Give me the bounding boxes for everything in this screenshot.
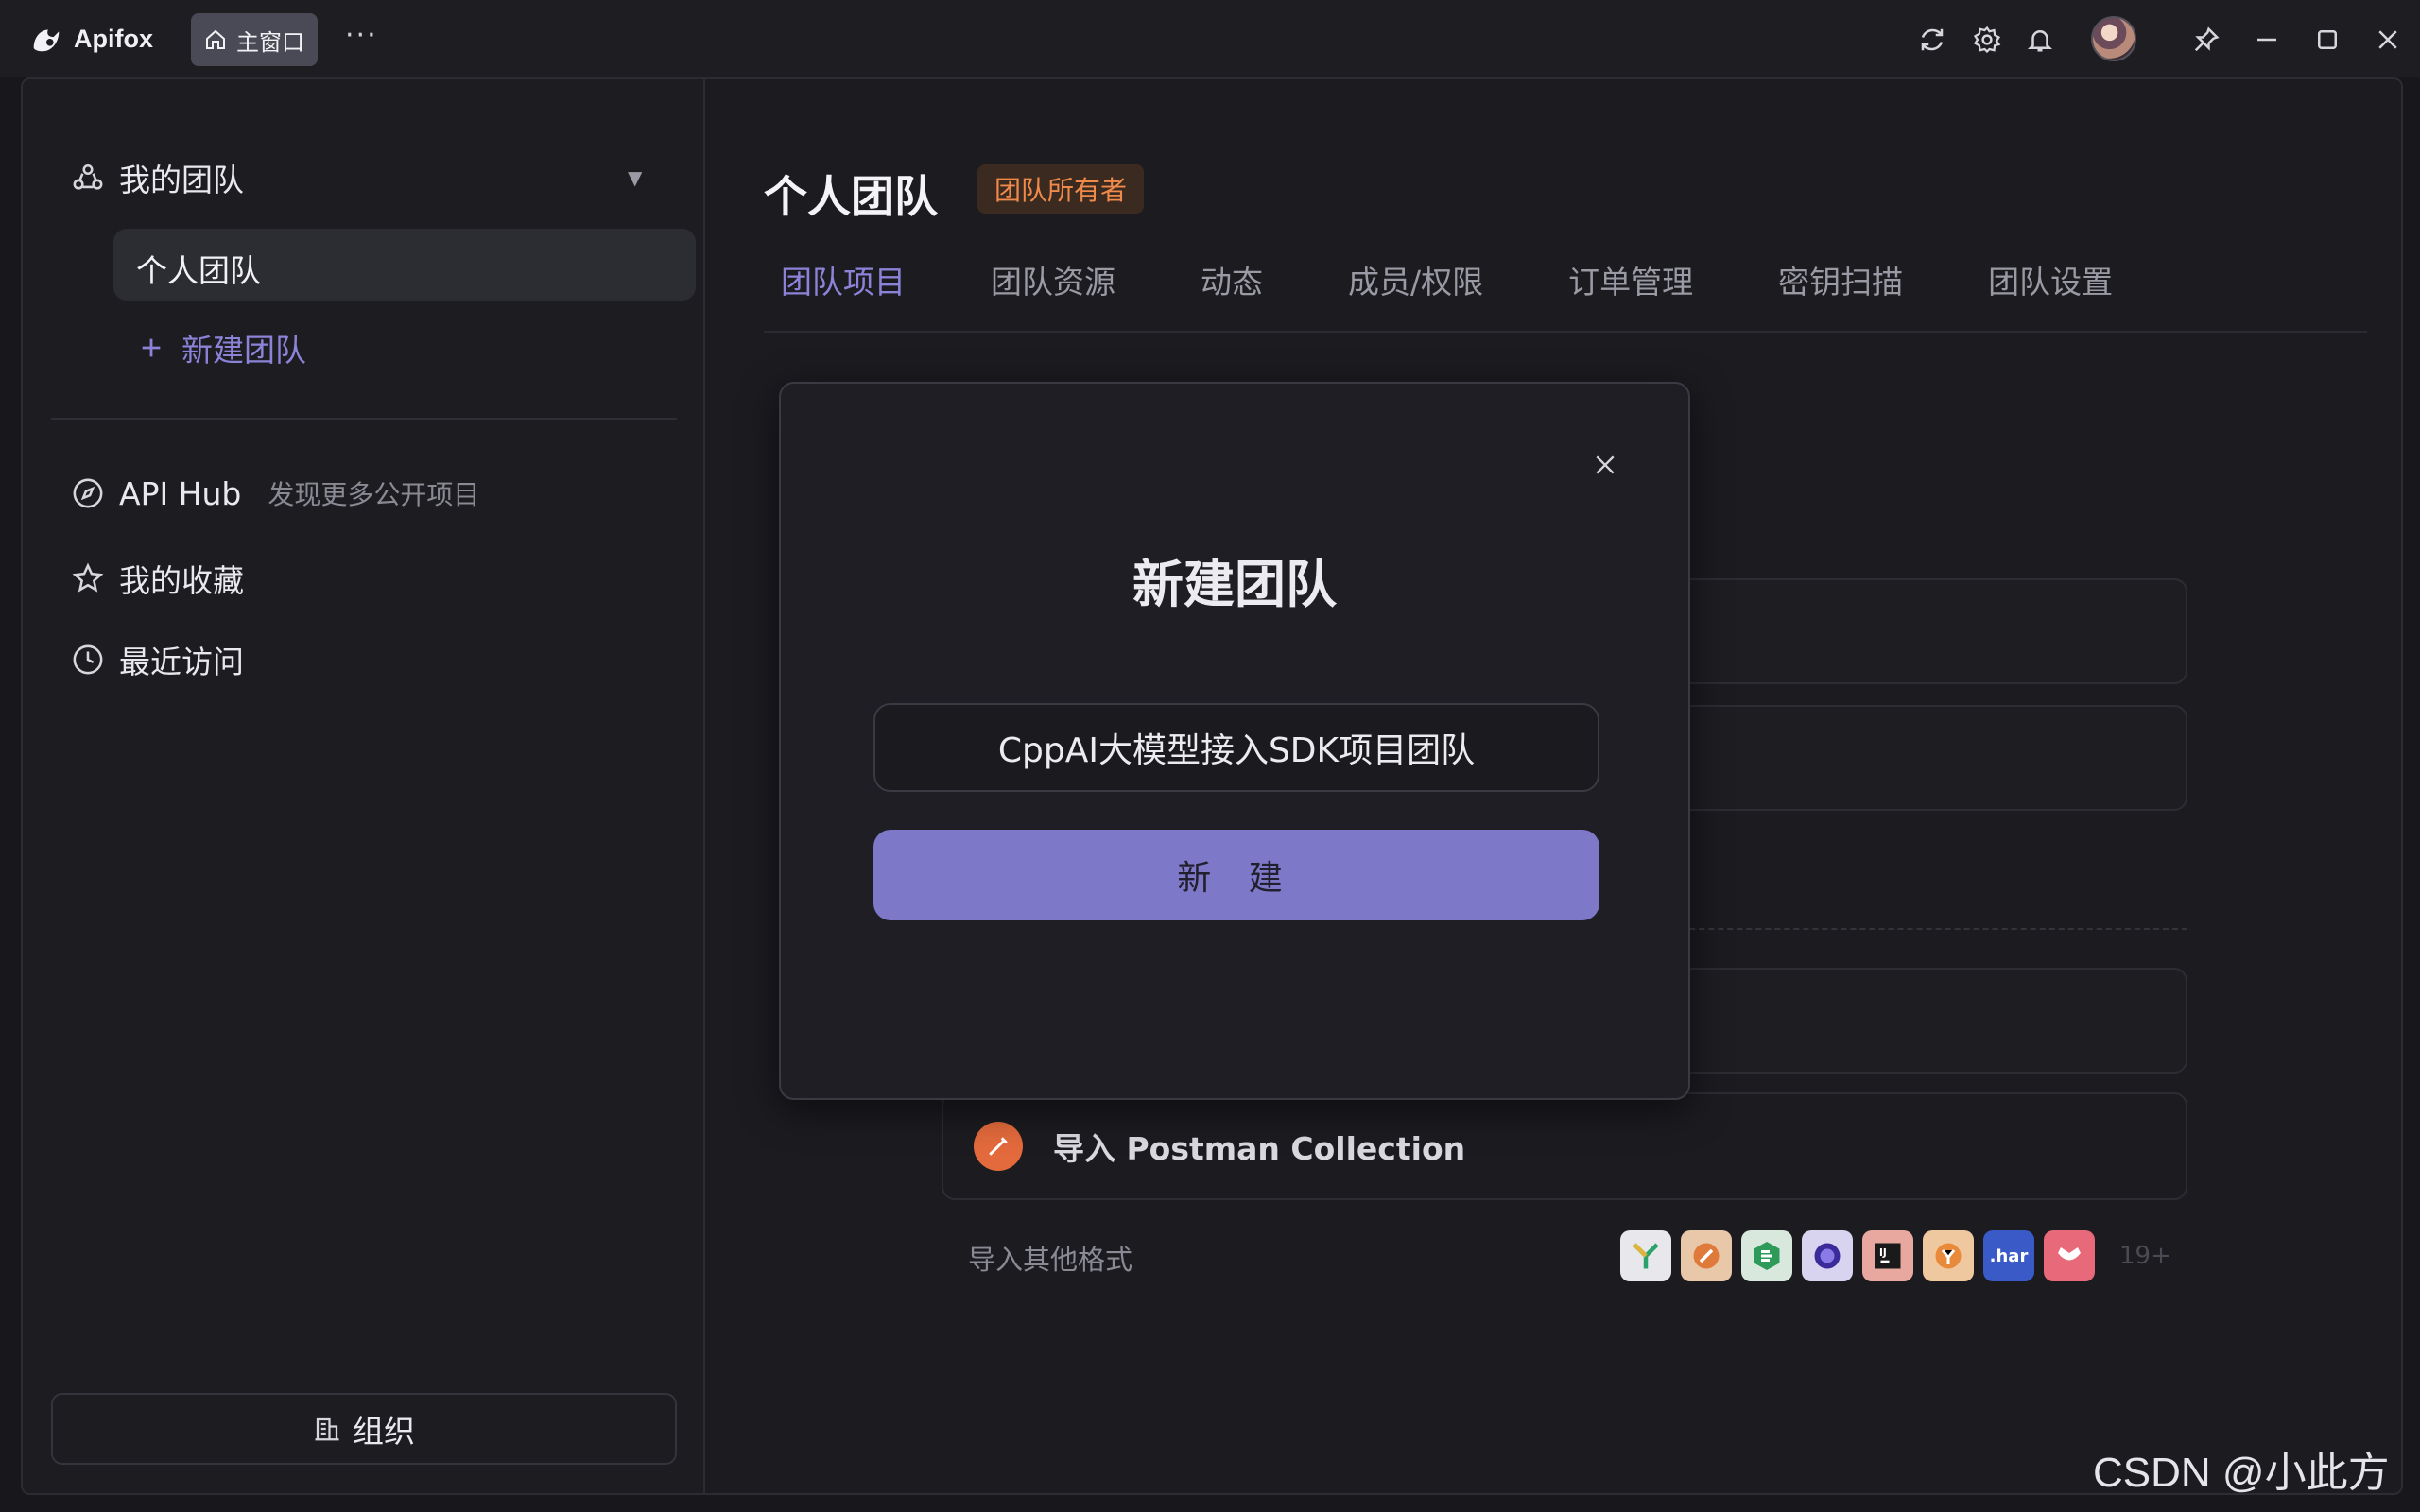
minimize-icon[interactable] xyxy=(2250,23,2284,57)
sidebar-item-favorites[interactable]: 我的收藏 xyxy=(72,556,244,601)
new-team-link[interactable]: 新建团队 xyxy=(138,325,306,370)
create-team-button[interactable]: 新 建 xyxy=(873,830,1599,920)
tab-activity[interactable]: 动态 xyxy=(1184,257,1280,323)
chevron-down-icon[interactable]: ▼ xyxy=(628,166,642,189)
apipost-format-icon[interactable] xyxy=(2044,1230,2095,1281)
sidebar-item-api-hub[interactable]: API Hub 发现更多公开项目 xyxy=(72,474,479,512)
csdn-watermark: CSDN @小此方 xyxy=(2093,1450,2390,1496)
close-window-icon[interactable] xyxy=(2371,23,2405,57)
tab-order-management[interactable]: 订单管理 xyxy=(1551,257,1710,323)
sidebar-item-personal-team-label: 个人团队 xyxy=(136,252,261,289)
api-hub-hint: 发现更多公开项目 xyxy=(268,479,480,510)
jetbrains-format-icon[interactable]: IJ xyxy=(1862,1230,1913,1281)
sidebar: 我的团队 ▼ 个人团队 新建团队 API Hub 发现更多公开项目 我的收藏 最… xyxy=(23,79,705,1493)
sidebar-divider xyxy=(51,418,677,420)
team-icon xyxy=(73,163,103,190)
sidebar-my-team-label: 我的团队 xyxy=(119,162,244,198)
insomnia-format-icon[interactable] xyxy=(1681,1230,1732,1281)
app-logo: Apifox xyxy=(28,21,153,57)
pin-icon[interactable] xyxy=(2189,23,2223,57)
tab-secret-scan[interactable]: 密钥扫描 xyxy=(1761,257,1920,323)
app-name: Apifox xyxy=(74,24,153,53)
more-menu-icon[interactable]: ··· xyxy=(345,19,378,52)
main-window-tab-label: 主窗口 xyxy=(236,28,304,56)
import-postman-card[interactable]: 导入 Postman Collection xyxy=(942,1092,2187,1200)
dialog-title: 新建团队 xyxy=(1132,555,1337,614)
home-icon xyxy=(206,29,225,49)
apifox-logo-icon xyxy=(33,29,60,52)
user-avatar[interactable] xyxy=(2091,16,2136,61)
more-formats-count[interactable]: 19+ xyxy=(2119,1242,2171,1270)
tab-team-projects[interactable]: 团队项目 xyxy=(764,257,923,323)
har-format-icon[interactable]: .har xyxy=(1983,1230,2034,1281)
sidebar-item-favorites-label: 我的收藏 xyxy=(119,562,244,599)
eolink-format-icon[interactable] xyxy=(1741,1230,1792,1281)
refresh-icon[interactable] xyxy=(1915,23,1949,57)
organization-button-label: 组织 xyxy=(353,1413,415,1450)
plus-icon xyxy=(142,338,161,357)
organization-button[interactable]: 组织 xyxy=(51,1393,677,1465)
sidebar-item-recent-label: 最近访问 xyxy=(119,644,244,680)
compass-icon xyxy=(73,478,103,508)
team-tabs: 团队项目 团队资源 动态 成员/权限 订单管理 密钥扫描 团队设置 xyxy=(764,257,2130,323)
new-team-label: 新建团队 xyxy=(182,332,306,369)
app-window: 我的团队 ▼ 个人团队 新建团队 API Hub 发现更多公开项目 我的收藏 最… xyxy=(21,77,2403,1495)
import-postman-label: 导入 Postman Collection xyxy=(1053,1130,1466,1167)
building-icon xyxy=(315,1418,339,1441)
rap-format-icon[interactable] xyxy=(1802,1230,1853,1281)
title-bar: Apifox 主窗口 ··· xyxy=(0,0,2420,77)
sidebar-my-team-header[interactable]: 我的团队 xyxy=(72,155,244,200)
swagger-format-icon[interactable] xyxy=(1620,1230,1671,1281)
tab-team-settings[interactable]: 团队设置 xyxy=(1971,257,2130,323)
sidebar-item-api-hub-label: API Hub xyxy=(119,474,242,512)
import-other-formats-label: 导入其他格式 xyxy=(968,1244,1133,1276)
maximize-icon[interactable] xyxy=(2310,23,2344,57)
notification-bell-icon[interactable] xyxy=(2023,23,2057,57)
sidebar-item-recent[interactable]: 最近访问 xyxy=(72,637,244,682)
postman-icon xyxy=(974,1122,1023,1171)
import-format-icons: IJ .har 19+ xyxy=(1620,1230,2171,1281)
tab-members-permissions[interactable]: 成员/权限 xyxy=(1331,257,1500,323)
tab-team-resources[interactable]: 团队资源 xyxy=(974,257,1132,323)
yapi-format-icon[interactable] xyxy=(1923,1230,1974,1281)
team-name-input[interactable] xyxy=(873,703,1599,792)
settings-gear-icon[interactable] xyxy=(1970,23,2004,57)
clock-icon xyxy=(73,644,103,675)
svg-text:IJ: IJ xyxy=(1879,1247,1887,1259)
tabs-divider xyxy=(764,331,2367,333)
new-team-dialog: 新建团队 新 建 xyxy=(779,382,1690,1100)
page-title: 个人团队 xyxy=(764,171,938,222)
main-window-tab[interactable]: 主窗口 xyxy=(191,13,318,66)
close-dialog-icon[interactable] xyxy=(1586,446,1624,484)
star-icon xyxy=(72,562,104,593)
team-owner-badge: 团队所有者 xyxy=(977,164,1145,214)
